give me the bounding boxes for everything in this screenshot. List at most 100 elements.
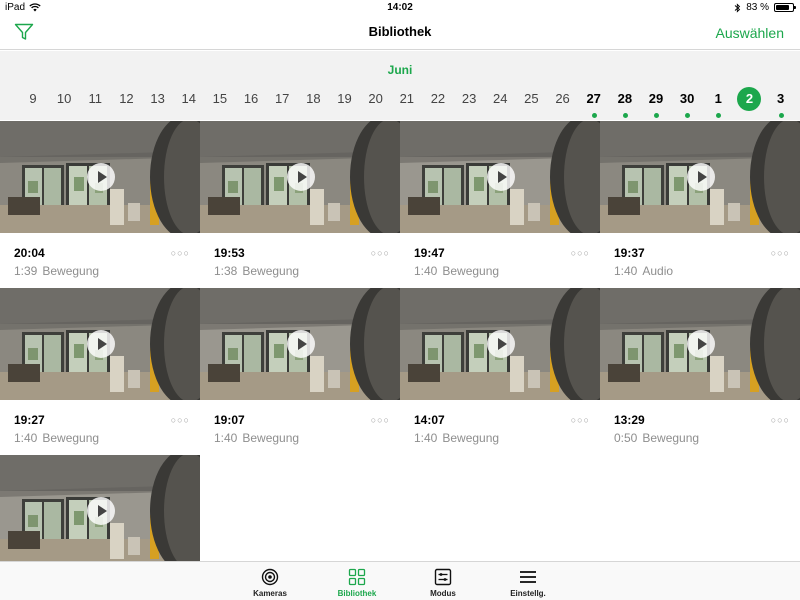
recording-tile[interactable]: 19:27 1:40 Bewegung ○○○ — [0, 288, 200, 455]
recording-thumbnail[interactable] — [0, 121, 200, 233]
recording-time: 19:27 — [14, 413, 45, 427]
recording-thumbnail[interactable] — [400, 121, 600, 233]
recording-time: 19:47 — [414, 246, 445, 260]
day-number: 11 — [88, 91, 103, 106]
recording-thumbnail[interactable] — [400, 288, 600, 400]
recording-thumbnail[interactable] — [0, 455, 200, 561]
tab-modus[interactable]: Modus — [408, 567, 478, 598]
play-icon[interactable] — [687, 330, 715, 358]
event-dot — [685, 113, 691, 118]
day-number: 17 — [274, 91, 290, 106]
day-number: 3 — [776, 91, 785, 106]
calendar-day[interactable]: 30 — [672, 87, 702, 118]
recording-thumbnail[interactable] — [600, 121, 800, 233]
camera-lens-icon — [235, 567, 305, 586]
recording-meta: 1:39 Bewegung — [14, 264, 99, 278]
more-options-icon[interactable]: ○○○ — [371, 415, 390, 425]
calendar-day[interactable]: 19 — [330, 87, 360, 117]
play-icon[interactable] — [87, 497, 115, 525]
month-label: Juni — [387, 63, 413, 77]
play-icon[interactable] — [87, 330, 115, 358]
calendar-day[interactable]: 21 — [392, 87, 422, 117]
tab-einstellg[interactable]: Einstellg. — [493, 567, 563, 598]
recording-tile[interactable]: 13:29 0:50 Bewegung ○○○ — [600, 288, 800, 455]
calendar-day[interactable]: 16 — [236, 87, 266, 117]
calendar-day[interactable]: 22 — [423, 87, 453, 117]
calendar-day[interactable]: 11 — [80, 87, 110, 117]
more-options-icon[interactable]: ○○○ — [171, 248, 190, 258]
play-icon[interactable] — [487, 163, 515, 191]
calendar-day[interactable]: 18 — [298, 87, 328, 117]
recording-type: Bewegung — [242, 264, 300, 278]
recording-tile[interactable]: 19:47 1:40 Bewegung ○○○ — [400, 121, 600, 288]
calendar-day[interactable]: 20 — [361, 87, 391, 117]
calendar-day[interactable]: 27 — [579, 87, 609, 118]
calendar-day[interactable]: 13 — [143, 87, 173, 117]
more-options-icon[interactable]: ○○○ — [771, 248, 790, 258]
calendar-day[interactable]: 14 — [174, 87, 204, 117]
calendar-day[interactable]: 23 — [454, 87, 484, 117]
tab-bar: Kameras Bibliothek Modus Einstellg. — [0, 561, 800, 600]
more-options-icon[interactable]: ○○○ — [771, 415, 790, 425]
calendar-day[interactable]: 15 — [205, 87, 235, 117]
recording-thumbnail[interactable] — [200, 288, 400, 400]
recording-thumbnail[interactable] — [0, 288, 200, 400]
tab-kameras[interactable]: Kameras — [235, 567, 305, 598]
recording-tile[interactable] — [0, 455, 200, 561]
more-options-icon[interactable]: ○○○ — [171, 415, 190, 425]
battery-icon — [774, 3, 796, 12]
day-number: 12 — [119, 91, 134, 106]
day-number: 20 — [368, 91, 383, 106]
calendar-day[interactable]: 28 — [610, 87, 640, 118]
calendar-day[interactable]: 29 — [641, 87, 671, 118]
calendar-day[interactable]: 25 — [516, 87, 546, 117]
recording-tile[interactable]: 20:04 1:39 Bewegung ○○○ — [0, 121, 200, 288]
day-number: 2 — [737, 87, 762, 111]
recording-duration: 1:40 — [614, 264, 638, 278]
recordings-grid: 20:04 1:39 Bewegung ○○○ 19:53 1:38 Bewegung ○○○… — [0, 121, 800, 561]
day-number: 22 — [430, 91, 446, 106]
day-number: 1 — [714, 91, 722, 106]
event-dot — [654, 113, 659, 118]
more-options-icon[interactable]: ○○○ — [371, 248, 390, 258]
recording-tile[interactable]: 19:53 1:38 Bewegung ○○○ — [200, 121, 400, 288]
calendar-day[interactable]: 12 — [111, 87, 141, 117]
more-options-icon[interactable]: ○○○ — [571, 248, 590, 258]
day-number: 13 — [150, 91, 165, 106]
calendar-day[interactable]: 9 — [18, 87, 48, 117]
recording-thumbnail[interactable] — [200, 121, 400, 233]
play-icon[interactable] — [87, 163, 115, 191]
play-icon[interactable] — [287, 330, 315, 358]
play-icon[interactable] — [687, 163, 715, 191]
tab-bibliothek[interactable]: Bibliothek — [322, 567, 392, 598]
recording-thumbnail[interactable] — [600, 288, 800, 400]
day-number: 24 — [493, 91, 508, 106]
play-icon[interactable] — [287, 163, 315, 191]
recording-meta: 1:40 Bewegung — [414, 431, 499, 445]
recording-tile[interactable]: 19:37 1:40 Audio ○○○ — [600, 121, 800, 288]
menu-icon — [493, 567, 563, 586]
day-number: 16 — [243, 91, 259, 106]
recording-time: 13:29 — [614, 413, 645, 427]
day-number: 18 — [306, 91, 321, 106]
calendar-day[interactable]: 10 — [49, 87, 79, 117]
recording-type: Bewegung — [42, 264, 100, 278]
calendar-day[interactable]: 2 — [734, 87, 764, 117]
more-options-icon[interactable]: ○○○ — [571, 415, 590, 425]
recording-time: 14:07 — [414, 413, 445, 427]
select-button[interactable]: Auswählen — [716, 25, 785, 41]
calendar-day[interactable]: 3 — [766, 87, 796, 118]
recording-tile[interactable]: 19:07 1:40 Bewegung ○○○ — [200, 288, 400, 455]
recording-tile[interactable]: 14:07 1:40 Bewegung ○○○ — [400, 288, 600, 455]
calendar-day[interactable]: 1 — [703, 87, 733, 118]
event-dot — [716, 113, 722, 118]
play-icon[interactable] — [487, 330, 515, 358]
status-bar: iPad 14:02 83 % — [0, 0, 800, 17]
calendar-day[interactable]: 26 — [548, 87, 578, 117]
calendar-day[interactable]: 24 — [485, 87, 515, 117]
calendar-day[interactable]: 17 — [267, 87, 297, 117]
date-strip: Juni 9 10 11 12 13 14 15 16 17 18 19 20 21 22 23 24 25 26… — [0, 51, 800, 120]
navigation-bar: Bibliothek Auswählen — [0, 17, 800, 50]
battery-percent: 83 % — [746, 2, 769, 13]
day-number: 27 — [586, 91, 601, 106]
